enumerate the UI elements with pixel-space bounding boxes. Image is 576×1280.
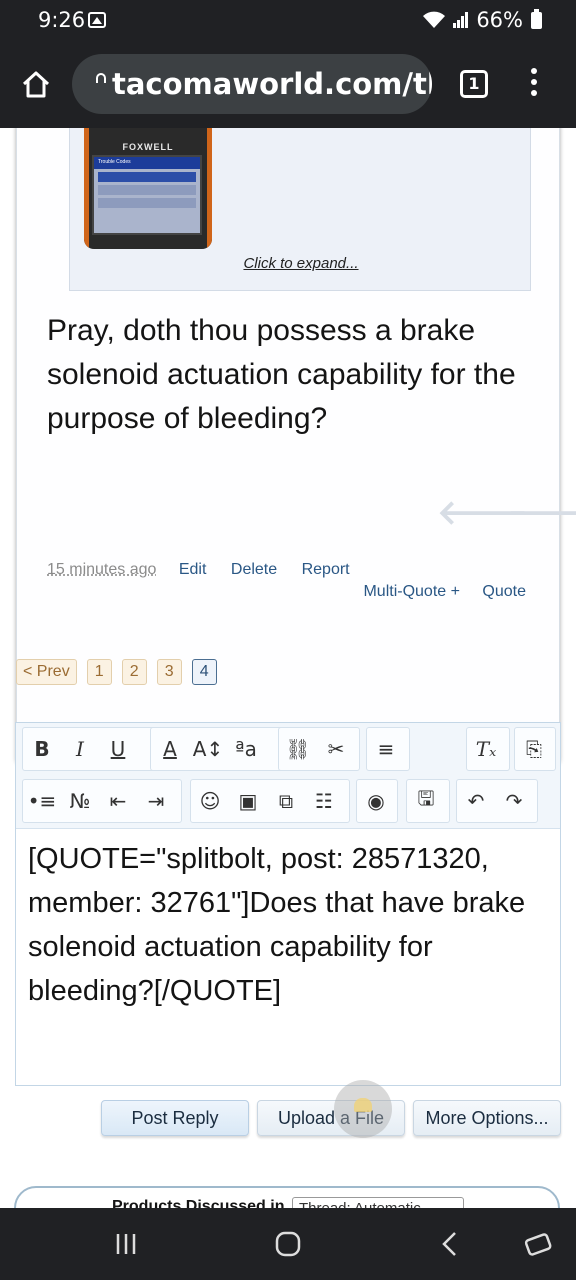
post-timestamp[interactable]: 15 minutes ago [47, 561, 156, 578]
list-group: •≡ № ⇤ ⇥ [22, 779, 182, 823]
back-icon[interactable] [432, 1226, 468, 1262]
image-icon[interactable]: ▣ [229, 779, 267, 823]
arrow-right-icon[interactable]: 🡒 [507, 495, 576, 531]
battery-percent: 66% [476, 8, 523, 32]
tab-switcher-button[interactable]: 1 [460, 70, 488, 98]
code-group: ⎘ [514, 727, 556, 771]
page-4-button[interactable]: 4 [191, 659, 217, 685]
pagination: < Prev 1 2 3 4 [16, 659, 217, 685]
save-draft-group: 🖫 [406, 779, 450, 823]
page-1-button[interactable]: 1 [86, 659, 112, 685]
unlink-icon[interactable]: ✂ [317, 727, 355, 771]
bold-button[interactable]: B [23, 727, 61, 771]
products-thread-select[interactable]: Thread: Automatic [292, 1197, 464, 1208]
post-body: Pray, doth thou possess a brake solenoid… [47, 314, 516, 435]
undo-icon[interactable]: ↶ [457, 779, 495, 823]
link-group: ⛓ ✂ [278, 727, 360, 771]
align-group: ≡ [366, 727, 410, 771]
address-bar[interactable]: tacomaworld.com/th [72, 54, 432, 114]
browser-menu-icon[interactable] [528, 68, 540, 102]
post-actions-row-2: Multi-Quote + Quote [345, 583, 526, 601]
outdent-icon[interactable]: ⇤ [99, 779, 137, 823]
arrow-left-icon[interactable]: 🡐 [437, 495, 528, 531]
quote-block: FOXWELL Trouble Codes Click to expand... [69, 128, 531, 291]
editor-toolbar: B I U A A↕ ªa ⛓ ✂ ≡ Tₓ ⎘ •≡ № ⇤ ⇥ ☺ ▣ ⧉ … [16, 723, 560, 829]
scanner-screen: Trouble Codes [92, 155, 202, 235]
numbered-list-icon[interactable]: № [61, 779, 99, 823]
home-nav-icon[interactable] [270, 1226, 306, 1262]
text-style-group: B I U [22, 727, 156, 771]
font-group: A A↕ ªa [150, 727, 286, 771]
touch-indicator [334, 1080, 392, 1138]
browser-toolbar: tacomaworld.com/th 1 [0, 42, 576, 128]
code-icon[interactable]: ⎘ [515, 727, 553, 771]
click-to-expand-link[interactable]: Click to expand... [70, 255, 532, 272]
signal-icon [453, 12, 469, 28]
scanner-screen-title: Trouble Codes [94, 157, 200, 169]
page-3-button[interactable]: 3 [156, 659, 182, 685]
status-bar: 9:26 66% [0, 0, 576, 42]
italic-button[interactable]: I [61, 727, 99, 771]
font-size-button[interactable]: A↕ [189, 727, 227, 771]
report-link[interactable]: Report [302, 561, 350, 578]
status-icons: 66% [422, 8, 542, 32]
indent-icon[interactable]: ⇥ [137, 779, 175, 823]
quote-link[interactable]: Quote [482, 583, 526, 600]
underline-button[interactable]: U [99, 727, 137, 771]
media-icon[interactable]: ⧉ [267, 779, 305, 823]
quote-insert-icon[interactable]: ☷ [305, 779, 343, 823]
multi-quote-link[interactable]: Multi-Quote + [363, 583, 459, 600]
insert-group: ☺ ▣ ⧉ ☷ [190, 779, 350, 823]
more-options-button[interactable]: More Options... [413, 1100, 561, 1136]
products-discussed-label: Products Discussed in [112, 1198, 285, 1208]
delete-link[interactable]: Delete [231, 561, 277, 578]
edit-link[interactable]: Edit [179, 561, 207, 578]
undo-redo-group: ↶ ↷ [456, 779, 538, 823]
camera-group: ◉ [356, 779, 398, 823]
recent-apps-icon[interactable] [108, 1226, 144, 1262]
reply-editor: B I U A A↕ ªa ⛓ ✂ ≡ Tₓ ⎘ •≡ № ⇤ ⇥ ☺ ▣ ⧉ … [15, 722, 561, 1086]
clock: 9:26 [38, 8, 86, 32]
gallery-notification-icon [88, 12, 106, 28]
system-nav-bar [0, 1208, 576, 1280]
page-content: FOXWELL Trouble Codes Click to expand...… [0, 128, 576, 1208]
post-nav-arrows: 🡐 🡒 [437, 495, 576, 535]
clear-format-icon[interactable]: Tₓ [467, 727, 505, 771]
post-actions-row: 15 minutes ago Edit Delete Report [47, 561, 370, 579]
editor-textarea[interactable]: [QUOTE="splitbolt, post: 28571320, membe… [28, 837, 548, 1013]
align-icon[interactable]: ≡ [367, 727, 405, 771]
font-family-button[interactable]: ªa [227, 727, 265, 771]
link-icon[interactable]: ⛓ [279, 727, 317, 771]
rotate-screen-icon[interactable] [520, 1226, 556, 1262]
clear-format-group: Tₓ [466, 727, 510, 771]
reply-actions: Post Reply Upload a File More Options... [101, 1100, 561, 1136]
prev-page-button[interactable]: < Prev [16, 659, 77, 685]
post-reply-button[interactable]: Post Reply [101, 1100, 249, 1136]
url-text: tacomaworld.com/th [112, 67, 432, 101]
products-discussed-box: Products Discussed in Thread: Automatic [14, 1186, 560, 1208]
camera-icon[interactable]: ◉ [357, 779, 395, 823]
page-2-button[interactable]: 2 [121, 659, 147, 685]
save-draft-icon[interactable]: 🖫 [407, 779, 445, 823]
scanner-brand: FOXWELL [122, 142, 174, 152]
font-color-button[interactable]: A [151, 727, 189, 771]
home-icon[interactable] [20, 68, 52, 100]
bulleted-list-icon[interactable]: •≡ [23, 779, 61, 823]
wifi-icon [423, 11, 446, 28]
scanner-image[interactable]: FOXWELL Trouble Codes [84, 128, 212, 249]
redo-icon[interactable]: ↷ [495, 779, 533, 823]
battery-icon [531, 8, 542, 29]
smiley-icon[interactable]: ☺ [191, 779, 229, 823]
